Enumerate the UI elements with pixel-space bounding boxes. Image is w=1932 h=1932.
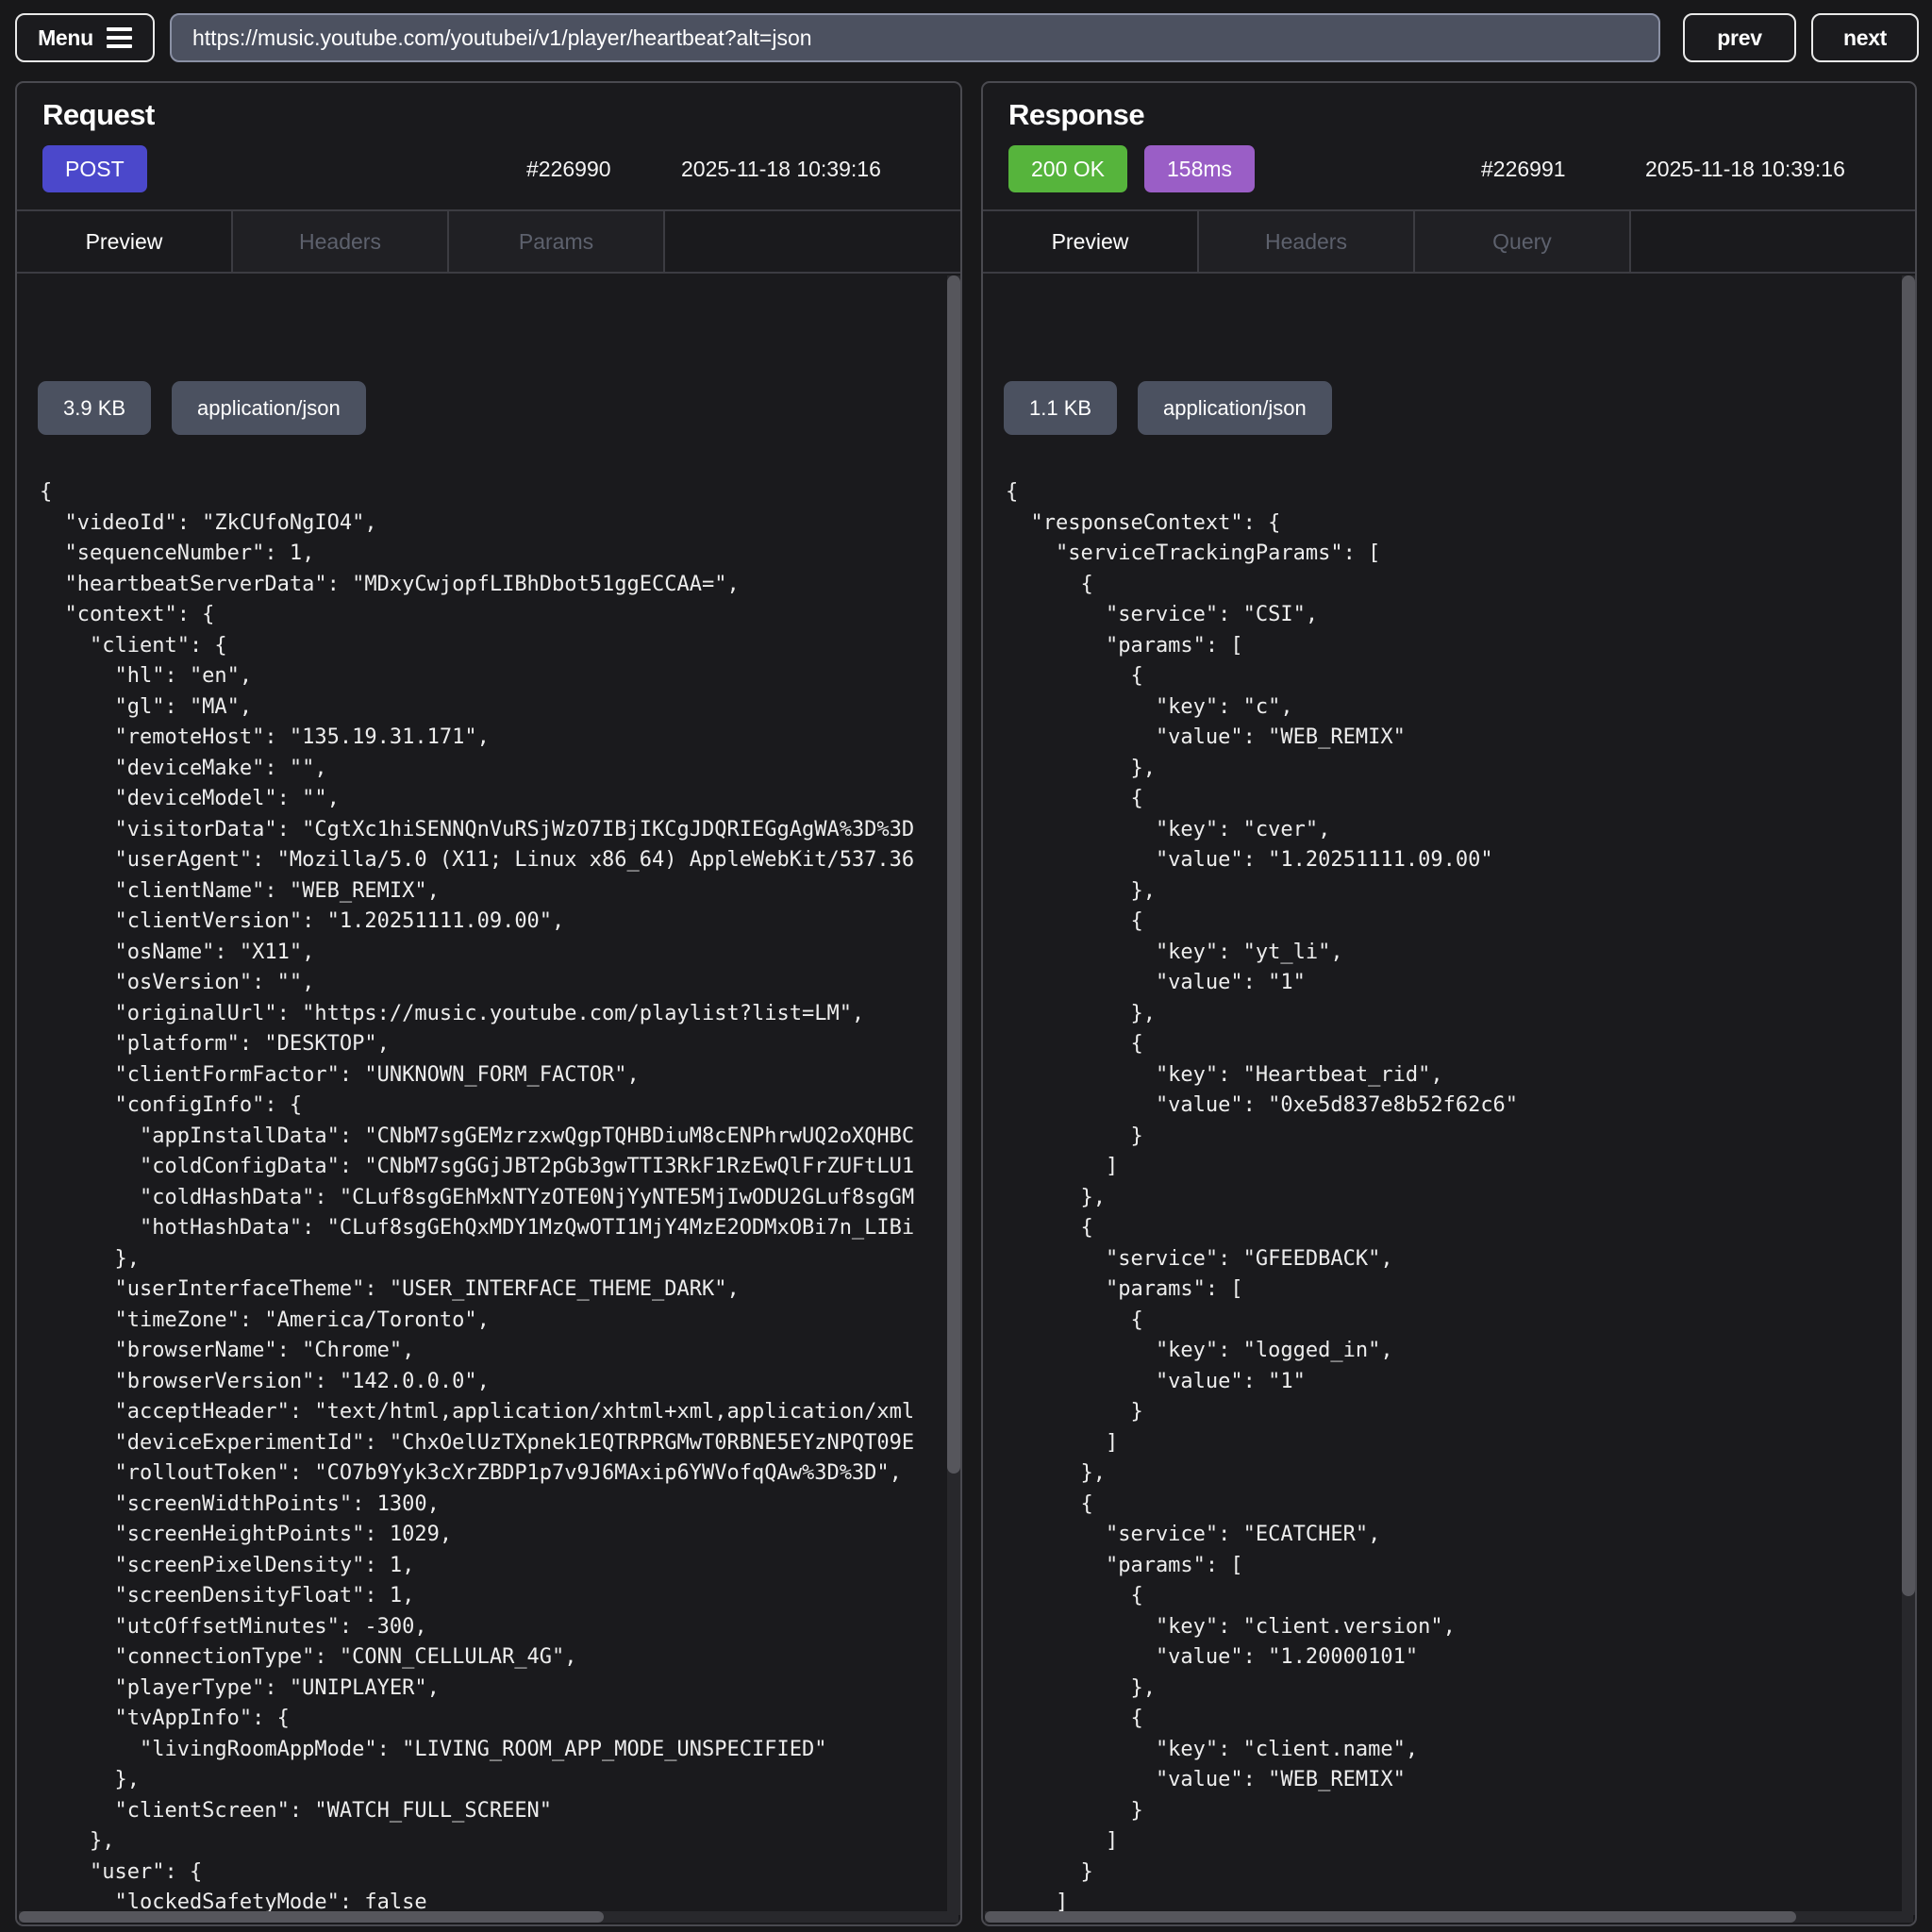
request-horizontal-scrollbar-thumb[interactable]	[19, 1911, 604, 1923]
request-tab-preview[interactable]: Preview	[17, 211, 233, 272]
hamburger-icon	[107, 27, 132, 48]
response-tabbar: Preview Headers Query	[983, 209, 1915, 274]
menu-button[interactable]: Menu	[15, 13, 155, 62]
request-horizontal-scrollbar[interactable]	[19, 1911, 958, 1923]
request-panel: Request POST #226990 2025-11-18 10:39:16…	[15, 81, 962, 1926]
response-tab-preview[interactable]: Preview	[983, 211, 1199, 272]
response-id: #226991	[1481, 157, 1566, 182]
next-button[interactable]: next	[1811, 13, 1919, 62]
response-horizontal-scrollbar-thumb[interactable]	[985, 1911, 1796, 1923]
request-vertical-scrollbar[interactable]	[947, 275, 960, 1915]
response-panel: Response 200 OK 158ms #226991 2025-11-18…	[981, 81, 1917, 1926]
request-vertical-scrollbar-thumb[interactable]	[947, 275, 960, 1474]
url-input[interactable]: https://music.youtube.com/youtubei/v1/pl…	[170, 13, 1660, 62]
request-id: #226990	[526, 157, 611, 182]
response-tab-headers[interactable]: Headers	[1199, 211, 1415, 272]
request-size-badge: 3.9 KB	[38, 381, 151, 435]
request-content-type-badge: application/json	[172, 381, 366, 435]
request-tabbar: Preview Headers Params	[17, 209, 960, 274]
response-body-json: { "responseContext": { "serviceTrackingP…	[1006, 477, 1917, 1915]
response-timestamp: 2025-11-18 10:39:16	[1645, 157, 1845, 182]
request-timestamp: 2025-11-18 10:39:16	[681, 157, 881, 182]
response-vertical-scrollbar[interactable]	[1902, 275, 1915, 1915]
response-size-badge: 1.1 KB	[1004, 381, 1117, 435]
response-content-type-badge: application/json	[1138, 381, 1332, 435]
request-tab-params[interactable]: Params	[449, 211, 665, 272]
request-panel-title: Request	[42, 98, 155, 132]
response-horizontal-scrollbar[interactable]	[985, 1911, 1913, 1923]
response-tab-query[interactable]: Query	[1415, 211, 1631, 272]
response-status-badge: 200 OK	[1008, 145, 1127, 192]
request-body-json: { "videoId": "ZkCUfoNgIO4", "sequenceNum…	[40, 477, 947, 1915]
response-duration-badge: 158ms	[1144, 145, 1255, 192]
prev-button[interactable]: prev	[1683, 13, 1796, 62]
request-method-badge: POST	[42, 145, 147, 192]
response-vertical-scrollbar-thumb[interactable]	[1902, 275, 1915, 1596]
app-window: Menu https://music.youtube.com/youtubei/…	[0, 0, 1932, 1932]
menu-button-label: Menu	[38, 25, 93, 51]
request-tab-headers[interactable]: Headers	[233, 211, 449, 272]
url-text: https://music.youtube.com/youtubei/v1/pl…	[192, 25, 812, 51]
response-panel-title: Response	[1008, 98, 1144, 132]
